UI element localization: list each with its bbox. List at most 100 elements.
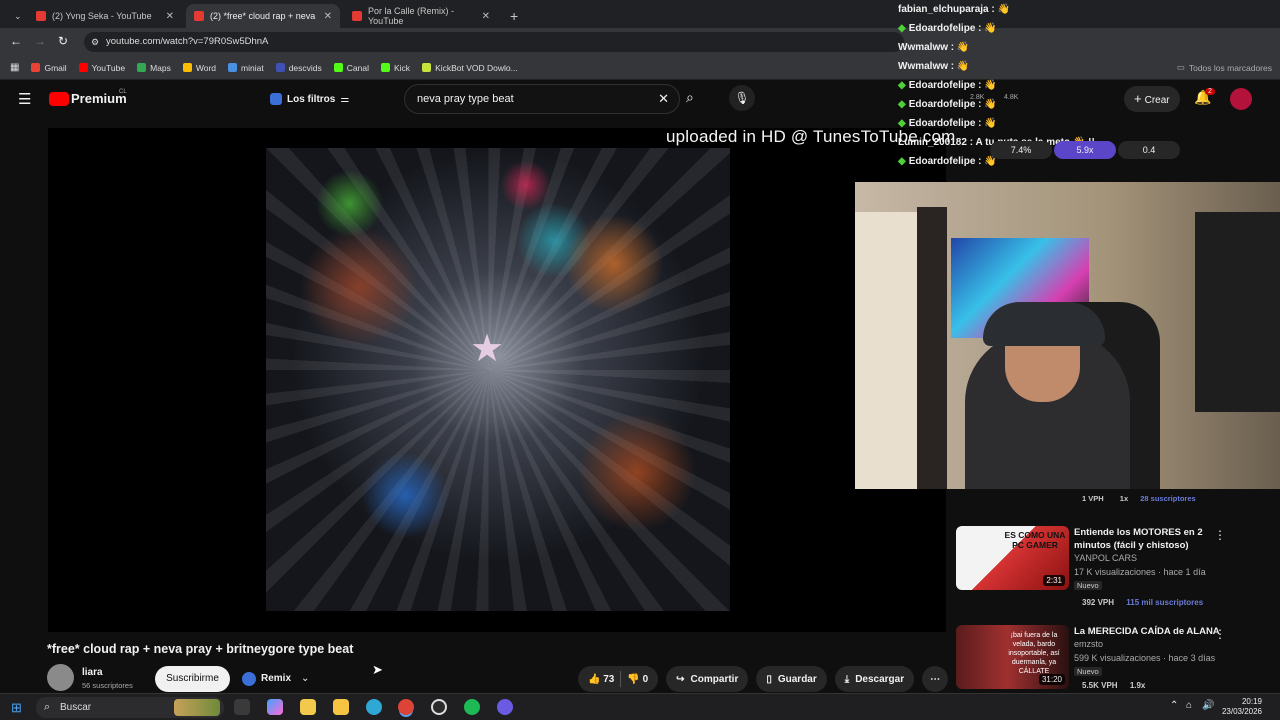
create-button[interactable]: + Crear: [1124, 86, 1180, 112]
chat-user: Edoardofelipe :: [908, 80, 982, 91]
edge-icon[interactable]: [366, 699, 382, 715]
reload-icon[interactable]: ↻: [58, 34, 68, 48]
recommendation-thumbnail[interactable]: ES COMO UNA PC GAMER 2:31: [956, 526, 1069, 590]
search-icon: ⌕: [44, 701, 51, 713]
channel-avatar[interactable]: [47, 664, 74, 691]
tab-label: (2) *free* cloud rap + neva: [210, 11, 316, 21]
youtube-icon: [352, 11, 362, 21]
more-vert-icon[interactable]: ⋮: [1214, 528, 1226, 542]
tab-list-button[interactable]: ⌄: [6, 4, 26, 28]
copilot-icon[interactable]: [267, 699, 283, 715]
recommendation-item[interactable]: ES COMO UNA PC GAMER 2:31 Entiende los M…: [956, 526, 1256, 607]
url-field[interactable]: ⚙ youtube.com/watch?v=79R0Sw5DhnA: [84, 32, 904, 52]
stat-chip-active[interactable]: 5.9x: [1054, 141, 1116, 159]
bookmark-kickbot[interactable]: KickBot VOD Dowlo...: [422, 63, 518, 73]
search-highlight-image: [174, 699, 220, 716]
chat-message: ◆ Edoardofelipe : 👋: [898, 95, 1098, 114]
share-button[interactable]: ↪ Compartir: [666, 666, 749, 692]
bookmark-kick[interactable]: Kick: [381, 63, 410, 73]
remix-label: Remix: [261, 673, 292, 684]
file-explorer-icon[interactable]: [333, 699, 349, 715]
recommendation-item[interactable]: ¡bai fuera de la velada, bardo insoporta…: [956, 625, 1256, 690]
bookmark-label: Gmail: [44, 62, 67, 73]
dislike-button[interactable]: 👎 0: [627, 674, 648, 685]
download-button[interactable]: ⤓ Descargar: [834, 666, 915, 692]
create-label: Crear: [1144, 95, 1170, 106]
clear-search-icon[interactable]: ✕: [658, 85, 669, 113]
new-tab-button[interactable]: +: [502, 4, 524, 28]
recommendation-thumbnail[interactable]: ¡bai fuera de la velada, bardo insoporta…: [956, 625, 1069, 689]
spotify-icon[interactable]: [464, 699, 480, 715]
recommendation-title[interactable]: La MERECIDA CAÍDA de ALANA: [1074, 625, 1224, 638]
bookmark-label: YouTube: [91, 62, 126, 73]
like-button[interactable]: 👍 73: [588, 674, 614, 685]
bookmark-gmail[interactable]: Gmail: [31, 62, 67, 73]
recommendation-meta: 17 K visualizaciones · hace 1 día: [1074, 566, 1206, 577]
filter-extension-icon: [270, 93, 282, 105]
discord-icon[interactable]: [497, 699, 513, 715]
avatar[interactable]: [1230, 88, 1252, 110]
hand-emote-icon: 👋: [956, 61, 970, 72]
room-doorway: [917, 207, 947, 489]
recommendation-channel[interactable]: emzsto: [1074, 638, 1224, 652]
bookmark-descvids[interactable]: descvids: [275, 63, 322, 73]
bookmark-word[interactable]: Word: [182, 63, 216, 73]
diamond-badge-icon: ◆: [898, 99, 906, 110]
mouse-cursor-icon: ➤: [372, 662, 383, 677]
stream-chat-overlay: fabian_elchuparaja : 👋 ◆ Edoardofelipe : …: [898, 0, 1098, 167]
plus-icon: +: [510, 8, 519, 24]
chevron-down-icon: ⌄: [14, 10, 22, 21]
thumbs-down-icon: 👎: [627, 673, 640, 685]
stat-chip[interactable]: 0.4: [1118, 141, 1180, 159]
tab-yvng-seka[interactable]: (2) Yvng Seka - YouTube ✕: [28, 4, 182, 28]
bookmark-maps[interactable]: Maps: [137, 63, 171, 73]
menu-icon[interactable]: ☰: [18, 90, 31, 108]
stat-chip[interactable]: 7.4%: [990, 141, 1052, 159]
apps-icon[interactable]: ▦: [10, 62, 19, 73]
forward-icon[interactable]: →: [34, 34, 46, 48]
video-artwork: ★: [266, 148, 730, 611]
bookmark-miniat[interactable]: miniat: [228, 63, 264, 73]
back-icon[interactable]: ←: [10, 34, 22, 48]
hand-emote-icon: 👋: [984, 118, 997, 129]
task-view-icon[interactable]: [234, 699, 250, 715]
subscribe-button[interactable]: Suscribirme: [155, 666, 230, 692]
tray-chevron-icon[interactable]: ⌃: [1170, 700, 1178, 711]
taskbar-search-input[interactable]: ⌕ Buscar: [36, 697, 224, 718]
more-vert-icon[interactable]: ⋮: [1214, 627, 1226, 641]
close-icon[interactable]: ✕: [324, 11, 332, 22]
filters-label: Los filtros: [287, 93, 336, 105]
recommendation-title[interactable]: Entiende los MOTORES en 2 minutos (fácil…: [1074, 526, 1224, 552]
download-icon: ⤓: [844, 673, 850, 685]
volume-icon[interactable]: 🔊: [1202, 700, 1214, 711]
youtube-logo-icon[interactable]: [49, 92, 69, 106]
save-button[interactable]: ▯ Guardar: [756, 666, 827, 692]
search-value: neva pray type beat: [417, 93, 514, 105]
more-actions-button[interactable]: ⋯: [922, 666, 949, 692]
network-icon[interactable]: ⌂: [1186, 700, 1192, 711]
tab-por-la-calle[interactable]: Por la Calle (Remix) - YouTube ✕: [344, 4, 498, 28]
close-icon[interactable]: ✕: [166, 11, 174, 22]
bookmark-youtube[interactable]: YouTube: [78, 62, 126, 73]
remix-icon: [242, 672, 256, 686]
bookmark-folder-all[interactable]: ▭ Todos los marcadores: [1177, 62, 1272, 73]
remix-button[interactable]: Remix ⌄: [237, 666, 309, 692]
chrome-icon[interactable]: [398, 699, 414, 715]
search-input[interactable]: neva pray type beat ✕: [404, 84, 680, 114]
obs-icon[interactable]: [431, 699, 447, 715]
room-door: [855, 212, 917, 489]
recommendation-channel[interactable]: YANPOL CARS: [1074, 552, 1224, 566]
taskbar-clock[interactable]: 20:19 23/03/2026: [1222, 697, 1262, 717]
windows-start-icon[interactable]: ⊞: [11, 700, 22, 716]
chat-user: Lumin_200182 :: [898, 137, 974, 148]
site-info-icon[interactable]: ⚙: [91, 32, 99, 52]
close-icon[interactable]: ✕: [482, 11, 490, 22]
filters-button[interactable]: Los filtros ⚌: [270, 88, 349, 110]
bookmark-label: miniat: [241, 62, 264, 73]
bookmark-canal[interactable]: Canal: [333, 63, 369, 73]
microphone-icon[interactable]: 🎙: [729, 85, 755, 111]
store-icon[interactable]: [300, 699, 316, 715]
channel-name[interactable]: liara: [82, 667, 103, 678]
search-icon[interactable]: ⌕: [686, 89, 694, 106]
tab-active-video[interactable]: (2) *free* cloud rap + neva ✕: [186, 4, 340, 28]
